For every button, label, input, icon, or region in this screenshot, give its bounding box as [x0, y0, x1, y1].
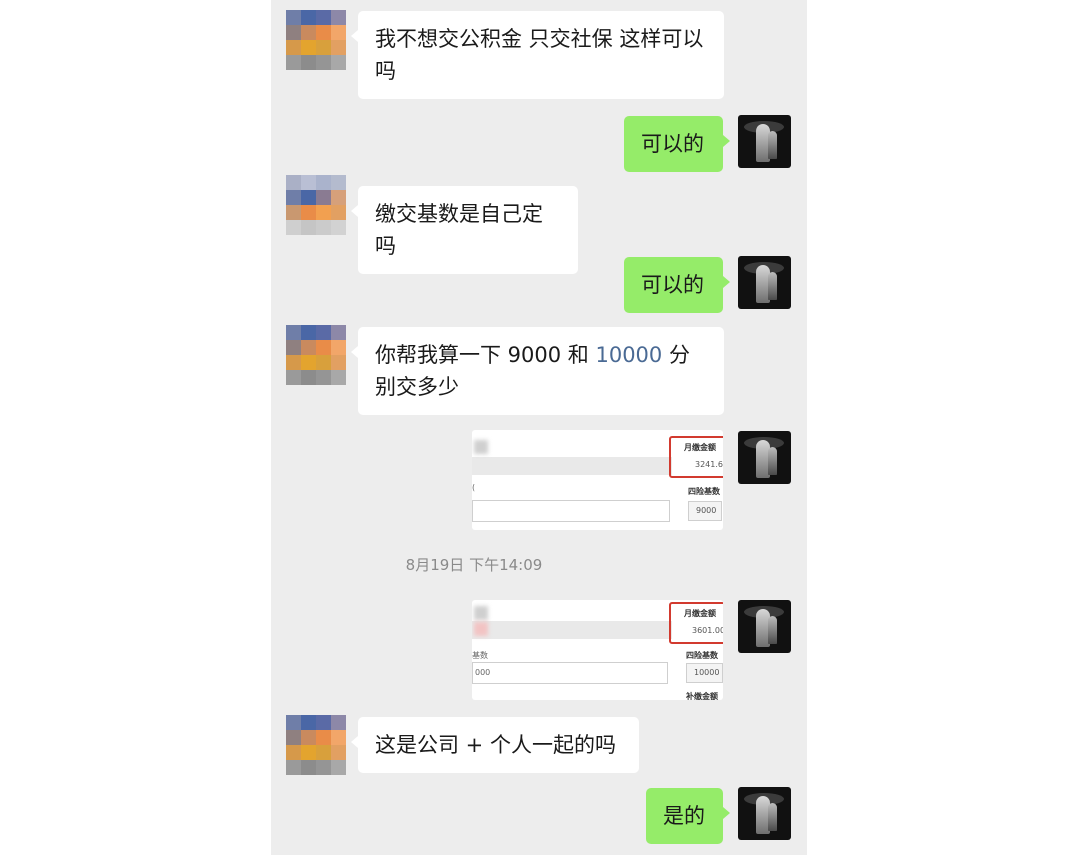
monthly-amount-label: 月缴金额	[684, 443, 716, 452]
image-message[interactable]: ( 月缴金额 3241.6 四险基数 9000	[472, 430, 723, 530]
contact-avatar[interactable]	[286, 10, 346, 70]
base-input-box: 000	[472, 662, 668, 684]
message-outgoing[interactable]: 可以的	[624, 116, 730, 172]
base-left-label: 基数	[472, 651, 488, 660]
self-avatar[interactable]	[738, 115, 791, 168]
contact-avatar[interactable]	[286, 715, 346, 775]
message-outgoing[interactable]: 是的	[646, 788, 730, 844]
message-text: 这是公司 + 个人一起的吗	[375, 733, 616, 757]
message-text: 是的	[663, 804, 705, 828]
timestamp: 8月19日 下午14:09	[405, 556, 543, 574]
base-left-value: 000	[475, 668, 491, 677]
monthly-amount-value: 3601.00	[692, 626, 723, 635]
base-value: 9000	[688, 501, 722, 521]
message-text: 缴交基数是自己定吗	[375, 202, 543, 258]
self-avatar[interactable]	[738, 256, 791, 309]
self-avatar[interactable]	[738, 431, 791, 484]
message-incoming[interactable]: 我不想交公积金 只交社保 这样可以吗	[351, 11, 724, 99]
monthly-amount-value: 3241.6	[695, 460, 723, 469]
base-label: 四险基数	[688, 487, 720, 496]
base-input-box	[472, 500, 670, 522]
supplement-label: 补缴金额	[686, 692, 718, 700]
message-text-part: 你帮我算一下 9000 和	[375, 343, 596, 367]
base-label: 四险基数	[686, 651, 718, 660]
image-message[interactable]: 基数 000 月缴金额 3601.00 四险基数 10000 补缴金额	[472, 600, 723, 700]
message-text: 我不想交公积金 只交社保 这样可以吗	[375, 27, 704, 83]
message-incoming[interactable]: 缴交基数是自己定吗	[351, 186, 578, 274]
message-incoming[interactable]: 你帮我算一下 9000 和 10000 分别交多少	[351, 327, 724, 415]
message-text: 可以的	[641, 132, 704, 156]
self-avatar[interactable]	[738, 600, 791, 653]
contact-avatar[interactable]	[286, 325, 346, 385]
contact-avatar[interactable]	[286, 175, 346, 235]
message-text: 可以的	[641, 273, 704, 297]
phone-number-link[interactable]: 10000	[595, 343, 662, 367]
monthly-amount-label: 月缴金额	[684, 609, 716, 618]
message-outgoing[interactable]: 可以的	[624, 257, 730, 313]
message-incoming[interactable]: 这是公司 + 个人一起的吗	[351, 717, 639, 773]
self-avatar[interactable]	[738, 787, 791, 840]
cropped-label: (	[472, 483, 476, 492]
chat-area[interactable]: 我不想交公积金 只交社保 这样可以吗 可以的 缴交基数是自己定吗 可以的 你帮我…	[271, 0, 807, 855]
base-value: 10000	[686, 663, 723, 683]
